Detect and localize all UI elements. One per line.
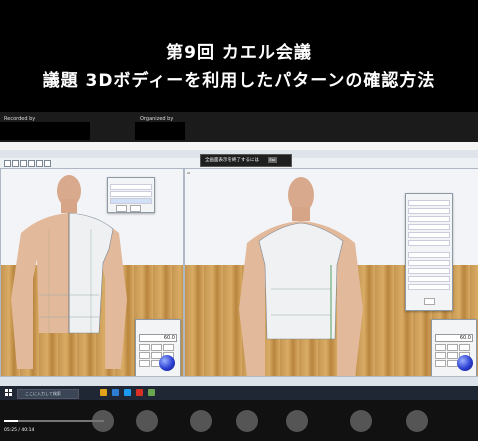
recorded-by-box	[0, 122, 90, 140]
numpad-key[interactable]	[139, 344, 150, 351]
participant-avatar	[190, 410, 212, 432]
right-numpad-value[interactable]: 60.0	[435, 334, 473, 342]
left-3d-view[interactable]: 60.0	[0, 168, 184, 378]
playback-progress-bar[interactable]	[4, 420, 104, 422]
numpad-key[interactable]	[151, 344, 162, 351]
esc-key[interactable]: Esc	[268, 157, 277, 163]
numpad-key[interactable]	[459, 344, 470, 351]
participant-avatar	[406, 410, 428, 432]
banner-text: 全画面表示を終了するには	[205, 158, 259, 163]
fullscreen-banner: 全画面表示を終了するには Esc	[200, 154, 292, 167]
undo-icon[interactable]	[28, 160, 35, 167]
participant-avatar	[236, 410, 258, 432]
taskbar-search-box[interactable]: ここに入力して検索	[17, 389, 79, 399]
left-dialog-field-3[interactable]	[110, 198, 152, 204]
prop-field[interactable]	[408, 268, 450, 274]
new-icon[interactable]	[4, 160, 11, 167]
slide-title-line1: 第9回 カエル会議	[166, 43, 312, 63]
view-rotation-ball-icon[interactable]	[457, 355, 473, 371]
playback-time: 05:25 / 40:14	[4, 428, 35, 433]
prop-field[interactable]	[408, 216, 450, 222]
store-icon[interactable]	[124, 389, 131, 396]
zoom-icon[interactable]	[44, 160, 51, 167]
open-icon[interactable]	[12, 160, 19, 167]
prop-field[interactable]	[408, 232, 450, 238]
numpad-key[interactable]	[139, 360, 150, 367]
numpad-key[interactable]	[447, 352, 458, 359]
prop-field[interactable]	[408, 252, 450, 258]
explorer-icon[interactable]	[100, 389, 107, 396]
document-tabs-bar[interactable]	[0, 376, 478, 386]
organized-by-box	[135, 122, 185, 140]
app-icon[interactable]	[148, 389, 155, 396]
participant-avatar	[286, 410, 308, 432]
prop-field[interactable]	[408, 260, 450, 266]
prop-field[interactable]	[408, 200, 450, 206]
participant-avatar	[136, 410, 158, 432]
numpad-key[interactable]	[163, 344, 174, 351]
prop-field[interactable]	[408, 240, 450, 246]
numpad-key[interactable]	[435, 360, 446, 367]
right-view-label: ▭	[187, 171, 191, 175]
edge-icon[interactable]	[112, 389, 119, 396]
playback-progress-fill	[4, 420, 18, 422]
redo-icon[interactable]	[36, 160, 43, 167]
right-properties-panel	[405, 193, 453, 311]
windows-start-icon[interactable]	[5, 389, 12, 396]
left-options-dialog	[107, 177, 155, 213]
view-rotation-ball-icon[interactable]	[159, 355, 175, 371]
save-icon[interactable]	[20, 160, 27, 167]
participant-avatar	[350, 410, 372, 432]
taskbar-search-placeholder: ここに入力して検索	[25, 391, 61, 396]
prop-field[interactable]	[408, 224, 450, 230]
prop-field[interactable]	[408, 284, 450, 290]
numpad-key[interactable]	[435, 344, 446, 351]
left-dialog-ok-button[interactable]	[116, 205, 127, 212]
left-dialog-cancel-button[interactable]	[130, 205, 141, 212]
left-dialog-field-1[interactable]	[110, 184, 152, 190]
app-icon[interactable]	[136, 389, 143, 396]
left-dialog-field-2[interactable]	[110, 191, 152, 197]
prop-apply-button[interactable]	[424, 298, 435, 305]
left-numpad: 60.0	[135, 319, 181, 377]
numpad-key[interactable]	[435, 352, 446, 359]
left-numpad-value[interactable]: 60.0	[139, 334, 177, 342]
slide-title-line2: 議題 3Dボディーを利用したパターンの確認方法	[42, 71, 436, 91]
prop-field[interactable]	[408, 208, 450, 214]
right-3d-view[interactable]: ▭ 60.0	[184, 168, 478, 378]
cad-application-window: 全画面表示を終了するには Esc 60.0 ▭ 60.0	[0, 142, 478, 386]
numpad-key[interactable]	[139, 352, 150, 359]
numpad-key[interactable]	[447, 344, 458, 351]
prop-field[interactable]	[408, 276, 450, 282]
